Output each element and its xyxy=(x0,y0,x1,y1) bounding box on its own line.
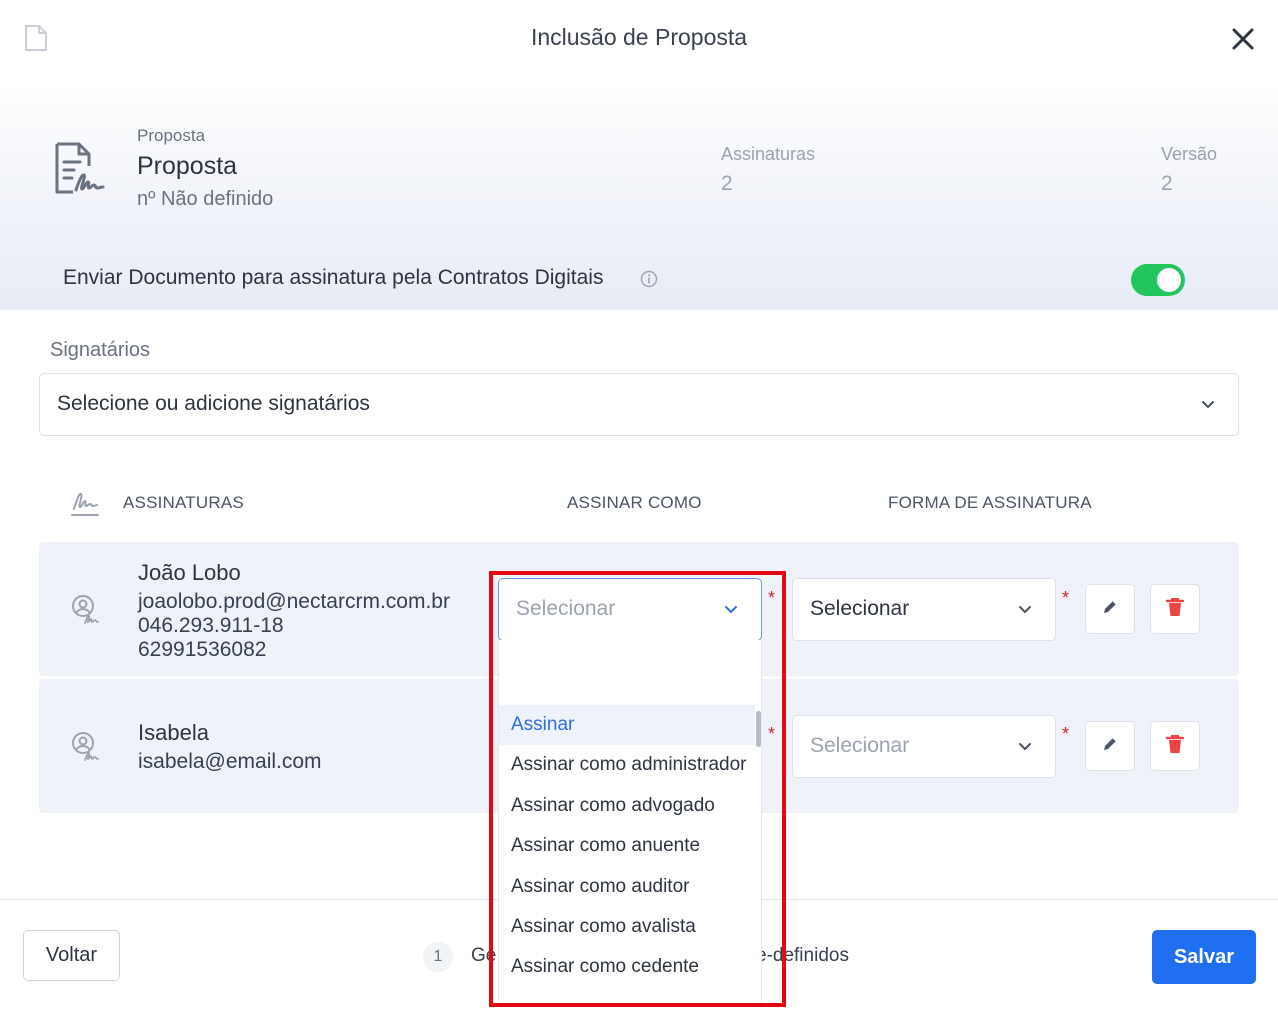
pencil-icon xyxy=(1101,598,1119,621)
send-for-signature-label: Enviar Documento para assinatura pela Co… xyxy=(63,266,604,289)
sign-as-option[interactable]: Assinar como cedente xyxy=(499,947,755,987)
chevron-down-icon xyxy=(1017,601,1033,622)
modal-header: Inclusão de Proposta xyxy=(0,0,1278,80)
sign-as-select[interactable]: Selecionar xyxy=(498,578,762,641)
sign-as-option[interactable]: Assinar como advogado xyxy=(499,786,755,826)
delete-button[interactable] xyxy=(1150,584,1200,634)
save-button[interactable]: Salvar xyxy=(1152,930,1256,984)
trash-icon xyxy=(1165,596,1185,623)
signature-form-select[interactable]: Selecionar xyxy=(792,715,1056,778)
signatory-phone: 62991536082 xyxy=(138,638,267,661)
col-header-sign-as: ASSINAR COMO xyxy=(567,493,702,512)
required-marker: * xyxy=(1062,724,1070,744)
info-icon[interactable] xyxy=(640,270,658,293)
sign-as-option[interactable]: Assinar como avalista xyxy=(499,907,755,947)
required-marker: * xyxy=(768,724,776,744)
edit-button[interactable] xyxy=(1085,584,1135,634)
signature-form-select-value: Selecionar xyxy=(810,734,910,757)
proposal-kicker: Proposta xyxy=(137,126,206,145)
chevron-down-icon xyxy=(1017,738,1033,759)
chevron-down-icon xyxy=(1200,396,1216,417)
pencil-icon xyxy=(1101,735,1119,758)
trash-icon xyxy=(1165,733,1185,760)
user-signature-icon xyxy=(71,594,101,631)
user-signature-icon xyxy=(71,731,101,768)
sign-as-option[interactable]: Assinar xyxy=(499,705,755,745)
signature-form-select-value: Selecionar xyxy=(810,597,910,620)
signatory-document: 046.293.911-18 xyxy=(138,614,284,637)
signatories-select[interactable]: Selecione ou adicione signatários xyxy=(39,373,1239,436)
modal-title: Inclusão de Proposta xyxy=(530,24,748,50)
chevron-down-icon xyxy=(723,601,739,622)
sign-as-option[interactable]: Assinar como anuente xyxy=(499,826,755,866)
signatories-placeholder: Selecione ou adicione signatários xyxy=(57,392,370,415)
step-number: 1 xyxy=(423,942,453,972)
signature-icon xyxy=(70,489,100,522)
sign-as-option[interactable]: Assinar como administrador xyxy=(499,745,755,785)
sign-as-option[interactable]: Assinar como auditor xyxy=(499,867,755,907)
send-for-signature-toggle[interactable] xyxy=(1131,264,1185,296)
col-header-signature-form: FORMA DE ASSINATURA xyxy=(888,493,1092,512)
toggle-knob xyxy=(1157,268,1181,292)
signatory-name: Isabela xyxy=(138,720,209,745)
version-label: Versão xyxy=(1161,144,1218,164)
proposal-title: Proposta xyxy=(137,152,238,180)
step-label-start: Ge xyxy=(471,945,497,966)
signed-document-icon xyxy=(52,140,106,203)
col-header-signatures: ASSINATURAS xyxy=(123,493,244,512)
delete-button[interactable] xyxy=(1150,721,1200,771)
required-marker: * xyxy=(768,588,776,608)
signature-form-select[interactable]: Selecionar xyxy=(792,578,1056,641)
step-label-end: e-definidos xyxy=(756,945,849,966)
version-value: 2 xyxy=(1161,172,1173,195)
signatures-count-value: 2 xyxy=(721,172,733,195)
sign-as-select-value: Selecionar xyxy=(516,597,616,620)
signatory-name: João Lobo xyxy=(138,560,241,585)
edit-button[interactable] xyxy=(1085,721,1135,771)
signatories-label: Signatários xyxy=(50,339,151,361)
close-icon[interactable] xyxy=(1228,24,1258,54)
required-marker: * xyxy=(1062,588,1070,608)
sign-as-dropdown-menu: Assinar Assinar como administrador Assin… xyxy=(498,640,762,1002)
signatory-email: joaolobo.prod@nectarcrm.com.br xyxy=(138,590,450,613)
back-button[interactable]: Voltar xyxy=(23,930,120,981)
proposal-number: nº Não definido xyxy=(137,188,274,210)
signatures-count-label: Assinaturas xyxy=(721,144,816,164)
signatory-email: isabela@email.com xyxy=(138,750,322,773)
dropdown-scrollbar[interactable] xyxy=(756,711,761,747)
